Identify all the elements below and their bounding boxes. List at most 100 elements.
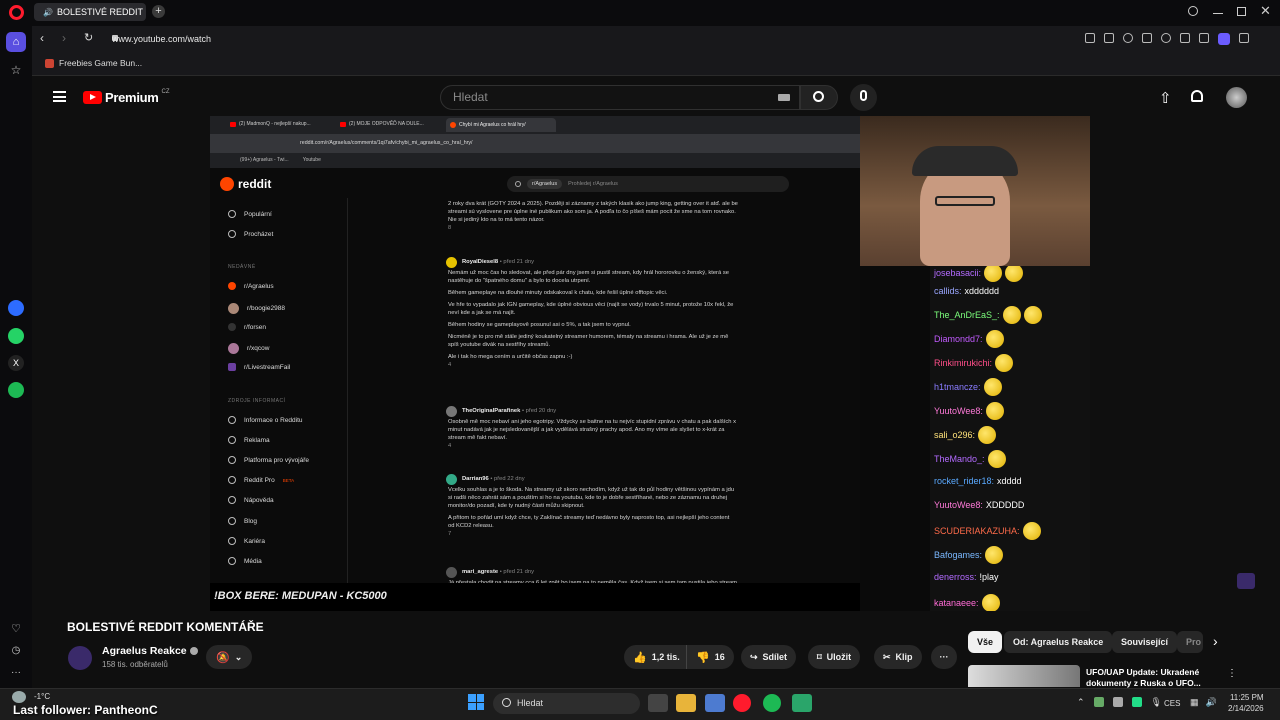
keyboard-icon[interactable] [778,94,790,101]
bell-off-icon: 🔕 [216,651,230,664]
chevron-down-icon: ⌄ [234,651,243,662]
chevron-right-icon[interactable]: › [1213,633,1218,649]
opera-icon[interactable] [9,5,24,20]
app-taskbar-icon[interactable] [792,694,812,712]
history-icon[interactable]: ◷ [6,640,26,660]
messenger-icon[interactable] [8,300,24,316]
stream-chat: josebasacii: callids: xdddddd The_AnDrEaS… [930,266,1090,611]
bookmark-favicon-icon [45,58,54,68]
channel-name[interactable]: Agraelus Reakce [102,645,198,657]
tray-icons[interactable]: ⌃ 🎙 [1077,697,1162,708]
url-field[interactable]: www.youtube.com/watch [112,30,1072,49]
comment-avatar [446,474,457,485]
search-icon [502,698,511,707]
comment-avatar [446,257,457,268]
mic-icon [860,90,867,101]
stream-overlay-last-follower: Last follower: PantheonC [13,703,158,717]
x-icon[interactable]: X [8,355,24,371]
store-icon[interactable] [705,694,725,712]
speaker-icon[interactable]: 🔊 [43,8,53,17]
inner-tab-active: Chybí mi Agraelus co hrál hry/ [446,118,556,132]
bookmark-icon: ⌑ [817,651,822,662]
forward-icon[interactable]: › [62,31,66,45]
inner-url: reddit.com/r/Agraelus/comments/1qi7afv/c… [300,140,473,146]
youtube-logo[interactable]: Premium CZ [83,88,170,105]
clip-button[interactable]: ✂ Klip [874,645,922,669]
inner-tab: (2) MadmonQ - nejlepší nakup... [230,121,335,127]
upload-icon[interactable]: ⇧ [1159,89,1172,107]
webcam-overlay [860,116,1090,266]
language-indicator[interactable]: CES [1164,699,1180,708]
address-toolbar-icons[interactable] [1085,33,1249,45]
next-video-thumbnail[interactable] [968,665,1080,687]
stream-ticker: !BOX BERE: MEDUPAN - KC5000 [210,583,860,611]
more-actions-button[interactable]: ··· [931,645,957,669]
save-button[interactable]: ⌑ Uložit [808,645,861,669]
search-input[interactable]: Hledat [440,85,800,110]
file-explorer-icon[interactable] [676,694,696,712]
clock[interactable]: 11:25 PM 2/14/2026 [1228,692,1264,714]
comment-user: TheOriginalParafinek • před 20 dny [462,408,557,414]
chip-from-channel[interactable]: Od: Agraelus Reakce [1004,631,1113,653]
comment-user: Darrian96 • před 22 dny [462,476,525,482]
taskbar-search[interactable]: Hledat [493,693,640,714]
chip-related[interactable]: Související [1112,631,1178,653]
scissors-icon: ✂ [883,651,891,662]
video-inner-browser: (2) MadmonQ - nejlepší nakup... (2) MOJE… [210,116,860,168]
spotify-taskbar-icon[interactable] [763,694,781,712]
close-window-button[interactable]: ✕ [1260,3,1271,19]
avatar[interactable] [1226,87,1247,108]
windows-start-icon[interactable] [468,694,484,710]
maximize-button[interactable] [1237,7,1246,16]
video-player[interactable]: (2) MadmonQ - nejlepší nakup... (2) MOJE… [210,116,1090,611]
youtube-play-icon [83,91,102,104]
thumbs-up-icon: 👍 [633,651,647,664]
comment-user: RoyalDiesel8 • před 21 dny [462,259,534,265]
weather-icon[interactable] [12,691,26,703]
miniplayer-logo-icon [1237,573,1255,589]
reddit-page: reddit r/Agraelus Prohledej r/Agraelus P… [210,168,860,586]
chip-all[interactable]: Vše [968,631,1003,653]
share-button[interactable]: ↪ Sdílet [741,645,797,669]
star-icon[interactable]: ☆ [6,60,26,80]
browser-tab-active[interactable]: 🔊 BOLESTIVÉ REDDIT KO [34,3,146,21]
next-video-title[interactable]: UFO/UAP Update: Ukradené dokumenty z Rusk… [1086,667,1208,689]
browser-titlebar: 🔊 BOLESTIVÉ REDDIT KO + ✕ [0,0,1280,26]
inner-tab: (2) MOJE ODPOVĚĎ NA DULE... [340,121,445,127]
comment-user: mari_agreste • před 21 dny [462,569,534,575]
task-view-icon[interactable] [648,694,668,712]
more-icon[interactable]: ··· [6,662,26,682]
weather-temp: -1°C [34,692,51,701]
chip-for-you[interactable]: Pro [1177,631,1203,653]
system-tray-icons[interactable]: ▦ 🔊 [1190,697,1217,708]
channel-avatar[interactable] [68,646,92,670]
reload-icon[interactable]: ↻ [84,31,93,44]
home-icon[interactable]: ⌂ [6,32,26,52]
minimize-button[interactable] [1213,13,1223,14]
dislike-button[interactable]: 👎 16 [686,645,734,669]
voice-search-button[interactable] [850,84,877,111]
reddit-logo: reddit [220,177,271,191]
like-button[interactable]: 👍 1,2 tis. [624,645,689,669]
notifications-bell-icon[interactable] [1191,90,1203,102]
comment-avatar [446,567,457,578]
notification-settings-button[interactable]: 🔕 ⌄ [206,645,253,669]
whatsapp-icon[interactable] [8,328,24,344]
opera-taskbar-icon[interactable] [733,694,751,712]
comment-text: Nemám už moc čas ho sledovat, ale před p… [448,270,734,368]
heart-icon[interactable]: ♡ [6,618,26,638]
bookmark-item[interactable]: Freebies Game Bun... [45,58,142,68]
region-label: CZ [161,88,170,95]
search-button[interactable] [800,85,838,110]
hamburger-menu-icon[interactable] [53,91,66,102]
spotify-icon[interactable] [8,382,24,398]
new-tab-button[interactable]: + [152,5,165,18]
verified-icon [189,647,198,655]
inner-bookmark: (99+) Agraelus - Twi... Youtube [240,157,321,163]
bookmarks-bar: Freebies Game Bun... [32,52,1280,76]
search-tabs-icon[interactable] [1188,6,1198,16]
comment-text: Osobně mě moc nebaví ani jeho egotripy. … [448,419,736,449]
back-icon[interactable]: ‹ [40,31,44,45]
kebab-menu-icon[interactable]: ⋮ [1227,668,1237,679]
comment-avatar [446,406,457,417]
